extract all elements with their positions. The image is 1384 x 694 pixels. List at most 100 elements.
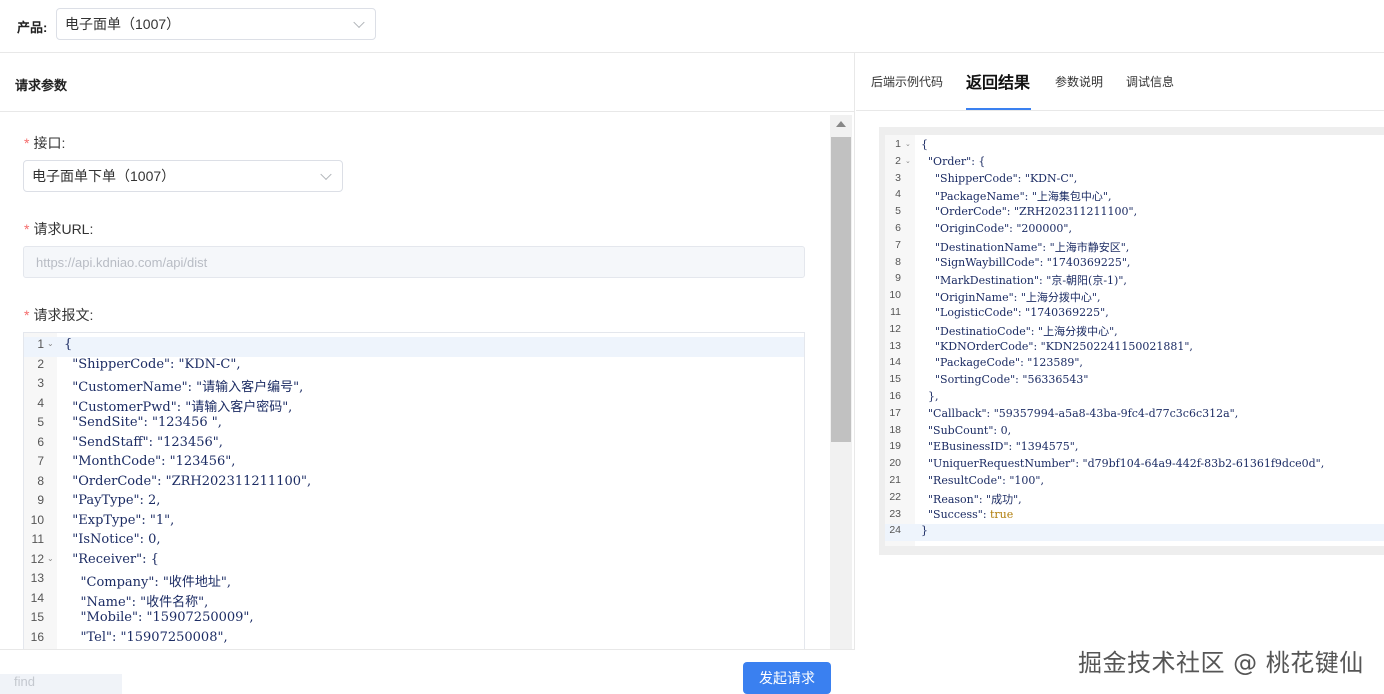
fold-icon[interactable]: ⌄: [905, 140, 911, 148]
line-number: 2: [895, 154, 901, 167]
response-line: 15 "SortingCode": "56336543": [885, 373, 1384, 390]
code-line: 15 "Mobile": "15907250009",: [24, 610, 804, 630]
line-number: 15: [889, 373, 901, 386]
body-label: * 请求报文:: [24, 307, 94, 323]
response-line: 14 "PackageCode": "123589",: [885, 356, 1384, 373]
line-number: 11: [890, 306, 901, 318]
vertical-scrollbar[interactable]: [830, 115, 852, 649]
url-label: * 请求URL:: [24, 221, 94, 237]
line-number: 1: [895, 138, 901, 150]
scroll-up-icon[interactable]: [836, 121, 846, 127]
scrollbar-thumb[interactable]: [831, 137, 851, 442]
find-input[interactable]: find: [0, 674, 122, 694]
response-panel: 后端示例代码 返回结果 参数说明 调试信息 1 ⌄ {2 ⌄ "Order": {3 …: [856, 53, 1384, 693]
interface-select[interactable]: 电子面单下单（1007）: [23, 160, 343, 192]
tab-bar: 后端示例代码 返回结果 参数说明 调试信息: [856, 53, 1384, 111]
code-text: "DestinatioCode": "上海分拨中心",: [921, 324, 1118, 338]
request-body-editor[interactable]: 1 ⌄{2 "ShipperCode": "KDN-C", 3 "CustomerN…: [23, 332, 805, 650]
code-text: "MarkDestination": "京-朝阳(京-1)",: [921, 274, 1127, 288]
line-number: 13: [889, 339, 901, 352]
fold-icon[interactable]: ⌄: [47, 339, 54, 348]
code-text: "SubCount": 0,: [921, 423, 1012, 437]
line-number: 17: [889, 406, 901, 419]
code-line: 8 "OrderCode": "ZRH202311211100",: [24, 474, 804, 494]
code-line: 11 "IsNotice": 0,: [24, 532, 804, 552]
request-params-title: 请求参数: [15, 78, 68, 93]
code-text: "OriginCode": "200000",: [921, 222, 1072, 235]
code-text: "OrderCode": "ZRH202311211100",: [921, 205, 1138, 219]
tab-param-docs[interactable]: 参数说明: [1055, 73, 1103, 90]
response-line: 7 "DestinationName": "上海市静安区",: [885, 239, 1384, 256]
code-line: 13 "Company": "收件地址",: [24, 571, 804, 591]
line-number: 9: [895, 272, 901, 285]
response-editor[interactable]: 1 ⌄ {2 ⌄ "Order": {3 "ShipperCode": "KDN-C"…: [885, 135, 1384, 546]
code-text: "UniquerRequestNumber": "d79bf104-64a9-4…: [921, 457, 1325, 471]
line-number: 13: [30, 571, 44, 585]
line-number: 9: [37, 493, 44, 507]
code-line: 3 "CustomerName": "请输入客户编号",: [24, 376, 804, 396]
line-number: 8: [895, 255, 901, 268]
code-line: 7 "MonthCode": "123456",: [24, 454, 804, 474]
line-number: 6: [895, 222, 901, 234]
divider: [0, 111, 855, 112]
code-text: "SignWaybillCode": "1740369225",: [921, 255, 1131, 269]
code-text: "DestinationName": "上海市静安区",: [921, 240, 1130, 254]
response-line: 21 "ResultCode": "100",: [885, 474, 1384, 491]
line-number: 15: [30, 610, 44, 624]
code-text: "ExpType": "1",: [64, 512, 175, 528]
action-bar: find 发起请求: [0, 649, 855, 694]
code-text: "ShipperCode": "KDN-C",: [921, 171, 1078, 185]
code-text: "KDNOrderCode": "KDN2502241150021881",: [921, 339, 1193, 353]
code-text: "CustomerPwd": "请输入客户密码",: [64, 399, 293, 415]
line-number: 19: [889, 440, 901, 453]
tab-debug-info[interactable]: 调试信息: [1126, 73, 1174, 90]
interface-select-value: 电子面单下单（1007）: [32, 168, 176, 184]
request-panel: 请求参数 * 接口: 电子面单下单（1007） * 请求URL: https://a…: [0, 53, 855, 694]
send-request-button[interactable]: 发起请求: [743, 662, 831, 694]
code-text: "SortingCode": "56336543": [921, 373, 1089, 387]
code-line: 14 "Name": "收件名称",: [24, 591, 804, 611]
line-number: 18: [889, 423, 901, 436]
chevron-down-icon: [320, 168, 332, 181]
product-bar: 产品: 电子面单（1007）: [0, 0, 1384, 53]
code-line: 16 "Tel": "15907250008",: [24, 630, 804, 650]
active-tab-indicator: [966, 108, 1031, 110]
line-number: 16: [30, 629, 44, 644]
response-line: 20 "UniquerRequestNumber": "d79bf104-64a…: [885, 457, 1384, 474]
line-number: 3: [895, 171, 901, 184]
code-text: "OriginName": "上海分拨中心",: [921, 291, 1101, 305]
tab-sample-code[interactable]: 后端示例代码: [871, 73, 943, 90]
line-number: 8: [37, 473, 44, 488]
code-text: "IsNotice": 0,: [64, 532, 161, 547]
code-text: "Tel": "15907250008",: [64, 629, 228, 645]
code-text: "Name": "收件名称",: [64, 594, 209, 610]
code-text: "PackageName": "上海集包中心",: [921, 190, 1112, 204]
code-text: "OrderCode": "ZRH202311211100",: [64, 473, 312, 489]
line-number: 11: [31, 532, 44, 546]
code-text: "ResultCode": "100",: [921, 474, 1044, 487]
line-number: 4: [37, 395, 44, 410]
code-text: "MonthCode": "123456",: [64, 454, 236, 469]
request-url-input[interactable]: https://api.kdniao.com/api/dist: [23, 246, 805, 278]
response-line: 3 "ShipperCode": "KDN-C",: [885, 172, 1384, 189]
code-text: "Order": {: [921, 154, 986, 168]
line-number: 21: [889, 474, 901, 486]
code-line: 9 "PayType": 2,: [24, 493, 804, 513]
watermark: 掘金技术社区 @ 桃花键仙: [1078, 649, 1364, 677]
request-url-value: https://api.kdniao.com/api/dist: [36, 254, 208, 270]
line-number: 22: [889, 490, 901, 503]
response-line: 2 ⌄ "Order": {: [885, 155, 1384, 172]
code-text: "SendSite": "123456 ",: [64, 415, 222, 430]
fold-icon[interactable]: ⌄: [47, 554, 54, 563]
fold-icon[interactable]: ⌄: [905, 157, 911, 165]
line-number: 14: [889, 356, 901, 369]
code-line: 4 "CustomerPwd": "请输入客户密码",: [24, 396, 804, 416]
response-line: 18 "SubCount": 0,: [885, 424, 1384, 441]
code-text: "SendStaff": "123456",: [64, 434, 223, 450]
line-number: 5: [37, 415, 44, 429]
line-number: 7: [37, 454, 44, 468]
tab-response[interactable]: 返回结果: [966, 69, 1030, 93]
product-select[interactable]: 电子面单（1007）: [56, 8, 376, 40]
response-line: 9 "MarkDestination": "京-朝阳(京-1)",: [885, 272, 1384, 289]
code-line: 5 "SendSite": "123456 ",: [24, 415, 804, 435]
